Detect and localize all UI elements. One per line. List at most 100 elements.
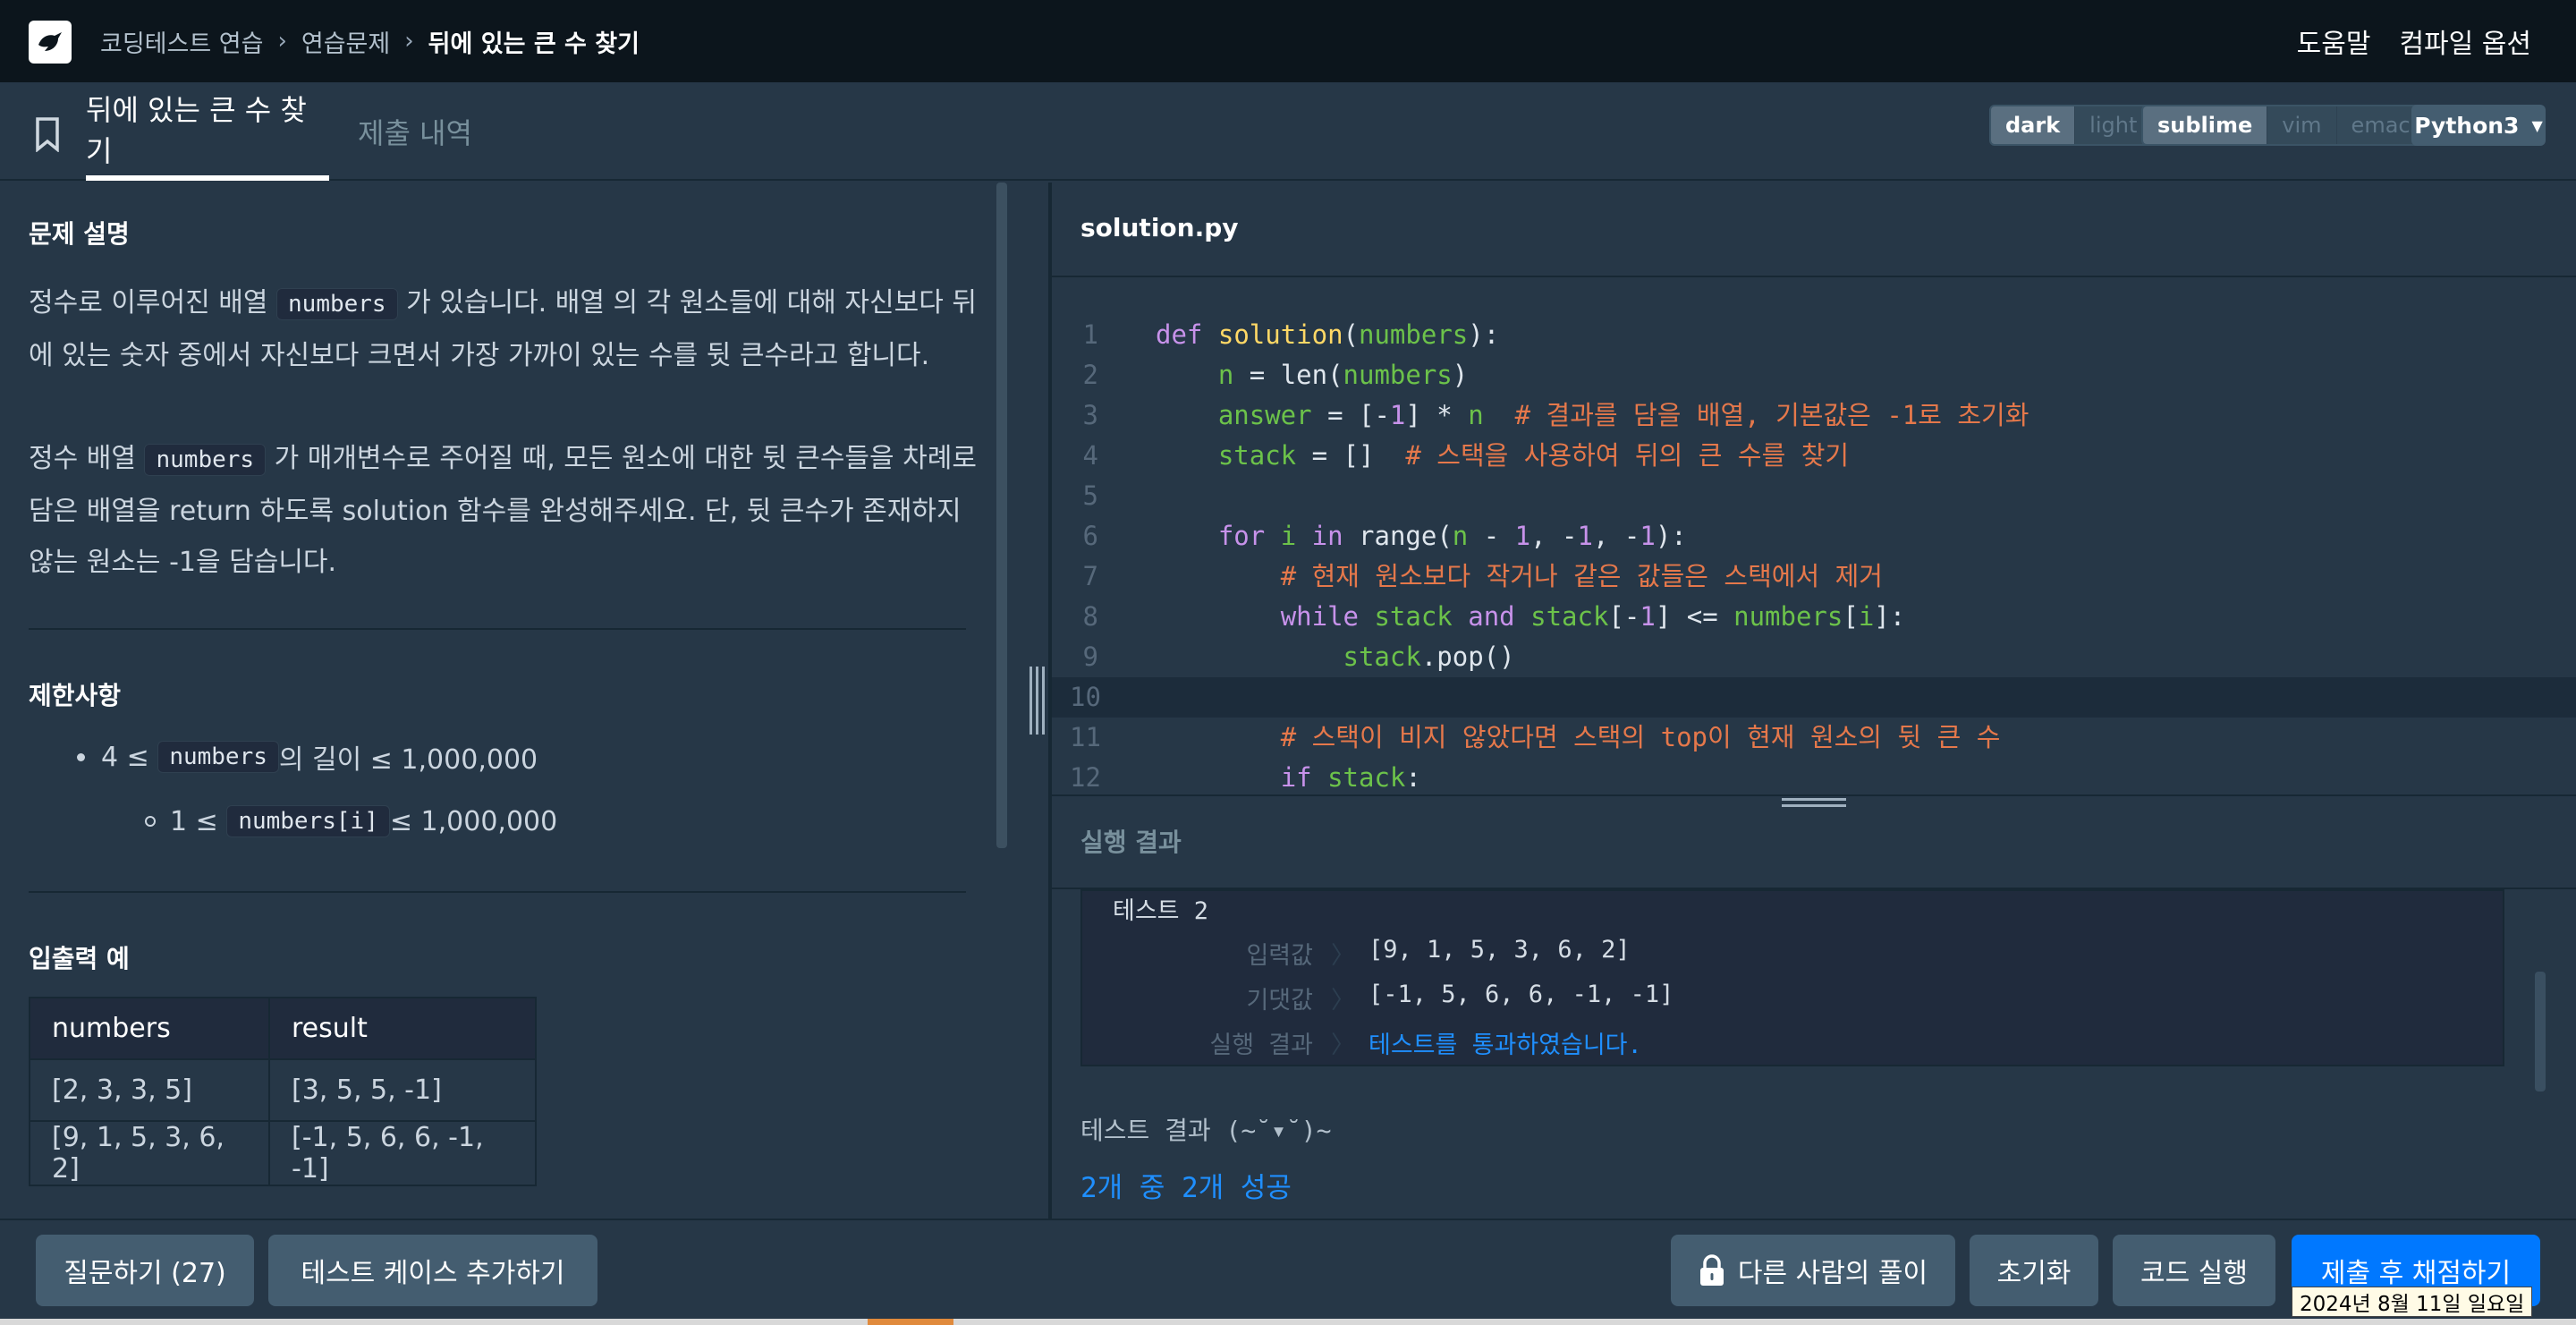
io-title: 입출력 예: [29, 944, 130, 973]
bullet-circle: [145, 816, 156, 827]
code-line[interactable]: 5: [1052, 476, 2576, 516]
help-link[interactable]: 도움말: [2297, 21, 2371, 61]
bullet-dot: [77, 752, 85, 761]
line-number: 7: [1082, 561, 1098, 591]
description-paragraph-1: 정수로 이루어진 배열 numbers 가 있습니다. 배열 의 각 원소들에 …: [29, 277, 977, 381]
description-title: 문제 설명: [29, 219, 130, 249]
programmers-logo[interactable]: [29, 21, 72, 64]
table-cell: [-1, 5, 6, 6, -1, -1]: [268, 1120, 537, 1186]
column-header-result: result: [268, 997, 537, 1060]
table-cell: [2, 3, 3, 5]: [29, 1058, 270, 1122]
theme-light-option[interactable]: light: [2074, 106, 2151, 144]
code-numbers: numbers: [276, 288, 398, 320]
table-header-row: numbers result: [29, 997, 537, 1060]
others-solutions-button[interactable]: 다른 사람의 풀이: [1671, 1235, 1955, 1306]
expected-value: [-1, 5, 6, 6, -1, -1]: [1368, 981, 1674, 1008]
column-header-numbers: numbers: [29, 997, 270, 1060]
run-code-button[interactable]: 코드 실행: [2113, 1235, 2275, 1306]
ask-question-button[interactable]: 질문하기 (27): [36, 1235, 254, 1306]
line-number: 3: [1082, 400, 1098, 430]
test-summary-heading: 테스트 결과 (~˘▾˘)~: [1080, 1116, 1332, 1145]
theme-toggle: dark light: [1989, 105, 2154, 146]
table-row: [9, 1, 5, 3, 6, 2] [-1, 5, 6, 6, -1, -1]: [29, 1120, 537, 1186]
divider: [29, 891, 966, 893]
editor-resize-handle[interactable]: [1782, 798, 1846, 814]
code-line[interactable]: 4 stack = [] # 스택을 사용하여 뒤의 큰 수를 찾기: [1052, 436, 2576, 476]
code-line[interactable]: 8 while stack and stack[-1] <= numbers[i…: [1052, 597, 2576, 637]
code-line-active[interactable]: 10: [1052, 677, 2576, 718]
caret-down-icon: ▼: [2531, 116, 2543, 134]
date-tooltip: 2024년 8월 11일 일요일: [2292, 1287, 2533, 1317]
divider: [29, 628, 966, 630]
line-number: 12: [1070, 762, 1101, 793]
arrow-icon: 〉: [1331, 942, 1355, 970]
tab-submissions[interactable]: 제출 내역: [358, 82, 472, 181]
result-scrollbar[interactable]: [2535, 972, 2546, 1091]
constraint-subitem: 1 ≤ numbers[i] ≤ 1,000,000: [145, 805, 557, 837]
code-line[interactable]: 11 # 스택이 비지 않았다면 스택의 top이 현재 원소의 뒷 큰 수: [1052, 718, 2576, 758]
run-result-value: 테스트를 통과하였습니다.: [1368, 1032, 1642, 1059]
tab-problem[interactable]: 뒤에 있는 큰 수 찾기: [86, 82, 329, 181]
test-result-box: 테스트 2 입력값 〉 [9, 1, 5, 3, 6, 2] 기댓값 〉 [-1…: [1080, 889, 2504, 1066]
breadcrumb: 코딩테스트 연습 › 연습문제 › 뒤에 있는 큰 수 찾기: [100, 0, 640, 82]
keymap-vim-option[interactable]: vim: [2267, 106, 2335, 144]
io-example-table: numbers result [2, 3, 3, 5] [3, 5, 5, -1…: [29, 997, 537, 1186]
compile-options-link[interactable]: 컴파일 옵션: [2399, 21, 2531, 61]
code-line[interactable]: 3 answer = [-1] * n # 결과를 담을 배열, 기본값은 -1…: [1052, 395, 2576, 436]
description-paragraph-2: 정수 배열 numbers 가 매개변수로 주어질 때, 모든 원소에 대한 뒷…: [29, 433, 977, 588]
run-result-label: 실행 결과: [1209, 1032, 1313, 1059]
test-name: 테스트 2: [1113, 897, 1209, 925]
expected-label: 기댓값: [1246, 987, 1313, 1015]
test-summary-result: 2개 중 2개 성공: [1080, 1172, 1292, 1204]
code-editor[interactable]: 1 def solution(numbers): 2 n = len(number…: [1052, 279, 2576, 794]
input-value: [9, 1, 5, 3, 6, 2]: [1368, 936, 1631, 964]
code-numbers-i: numbers[i]: [226, 805, 390, 837]
code-line[interactable]: 9 stack.pop(): [1052, 637, 2576, 677]
keymap-sublime-option[interactable]: sublime: [2143, 106, 2267, 144]
c2-text-a: 1 ≤: [170, 805, 218, 837]
language-selected: Python3: [2414, 112, 2520, 139]
table-cell: [3, 5, 5, -1]: [268, 1058, 537, 1122]
input-label: 입력값: [1246, 942, 1313, 970]
arrow-icon: 〉: [1331, 1032, 1355, 1059]
breadcrumb-current: 뒤에 있는 큰 수 찾기: [428, 30, 640, 58]
add-test-case-button[interactable]: 테스트 케이스 추가하기: [268, 1235, 597, 1306]
line-number: 10: [1070, 682, 1101, 712]
bookmark-icon[interactable]: [34, 116, 61, 152]
p1-text-a: 정수로 이루어진 배열: [29, 287, 277, 319]
code-line[interactable]: 6 for i in range(n - 1, -1, -1):: [1052, 516, 2576, 556]
theme-dark-option[interactable]: dark: [1991, 106, 2075, 144]
code-line[interactable]: 7 # 현재 원소보다 작거나 같은 값들은 스택에서 제거: [1052, 556, 2576, 597]
code-line[interactable]: 12 if stack:: [1052, 758, 2576, 794]
language-select[interactable]: Python3 ▼: [2411, 105, 2546, 146]
code-line[interactable]: 2 n = len(numbers): [1052, 355, 2576, 395]
lock-icon: [1699, 1254, 1724, 1286]
problem-scrollbar[interactable]: [996, 183, 1007, 848]
line-number: 8: [1082, 601, 1098, 632]
arrow-icon: 〉: [1331, 987, 1355, 1015]
result-title: 실행 결과: [1080, 828, 1182, 857]
others-solutions-label: 다른 사람의 풀이: [1737, 1258, 1928, 1289]
chevron-right-icon: ›: [404, 28, 414, 55]
constraints-title: 제한사항: [29, 681, 122, 710]
c2-text-b: ≤ 1,000,000: [389, 805, 558, 837]
bird-icon: [38, 32, 62, 51]
taskbar-strip: [0, 1319, 2576, 1325]
code-line[interactable]: 1 def solution(numbers):: [1052, 315, 2576, 355]
keymap-toggle: sublime vim emacs: [2141, 105, 2438, 146]
reset-button[interactable]: 초기화: [1970, 1235, 2098, 1306]
line-number: 2: [1082, 360, 1098, 390]
c1-text-b: 의 길이 ≤ 1,000,000: [278, 744, 538, 776]
code-numbers: numbers: [144, 444, 267, 476]
code-numbers: numbers: [157, 741, 279, 773]
breadcrumb-practice[interactable]: 연습문제: [301, 24, 390, 59]
line-number: 4: [1082, 440, 1098, 471]
line-number: 6: [1082, 521, 1098, 551]
divider-drag-handle[interactable]: [1027, 667, 1046, 735]
line-number: 11: [1070, 722, 1101, 752]
editor-header: solution.py: [1052, 183, 2576, 277]
breadcrumb-coding-test[interactable]: 코딩테스트 연습: [100, 24, 263, 59]
editor-filename: solution.py: [1080, 213, 1239, 242]
line-number: 5: [1082, 480, 1098, 511]
taskbar-accent: [868, 1319, 953, 1325]
